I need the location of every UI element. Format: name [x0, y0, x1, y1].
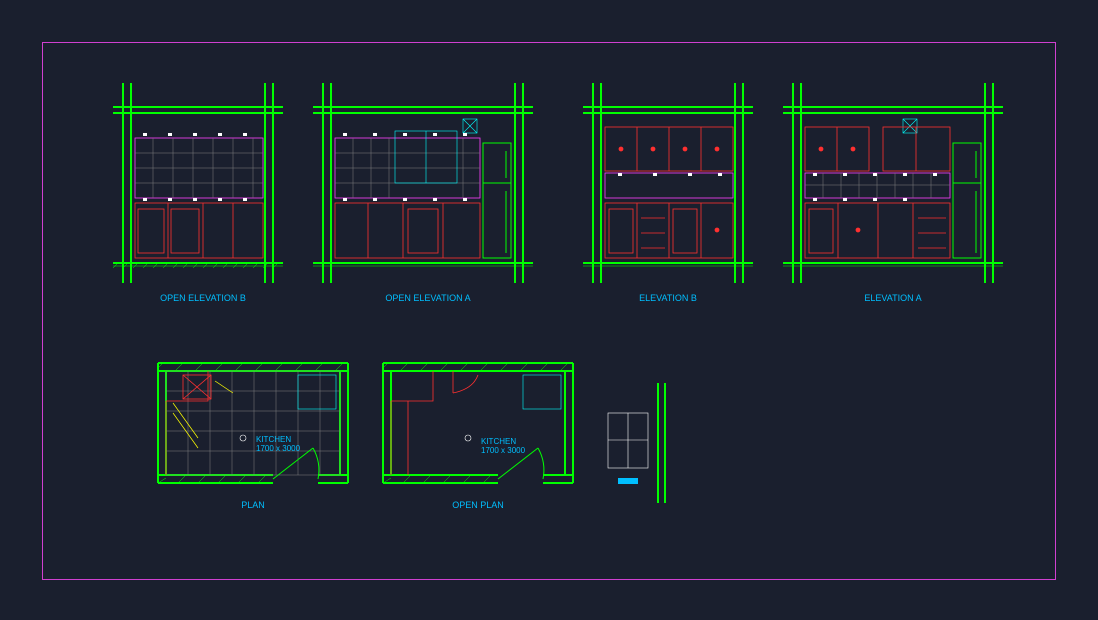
room-label-plan: KITCHEN 1700 x 3000	[256, 436, 300, 454]
drawing-plan	[153, 353, 353, 503]
room-name: KITCHEN	[481, 437, 516, 446]
room-name: KITCHEN	[256, 435, 291, 444]
drawing-open-elevation-a	[313, 83, 533, 283]
drawing-open-plan	[378, 353, 578, 503]
label-elevation-a: ELEVATION A	[848, 293, 938, 303]
drawing-elevation-b	[583, 83, 753, 283]
room-label-open-plan: KITCHEN 1700 x 3000	[481, 438, 525, 456]
room-dims: 1700 x 3000	[256, 444, 300, 453]
label-open-plan: OPEN PLAN	[438, 500, 518, 510]
drawing-detail	[603, 383, 678, 503]
drawing-elevation-a	[783, 83, 1003, 283]
label-elevation-b: ELEVATION B	[628, 293, 708, 303]
label-open-elevation-b: OPEN ELEVATION B	[153, 293, 253, 303]
room-dims: 1700 x 3000	[481, 446, 525, 455]
label-plan: PLAN	[223, 500, 283, 510]
label-open-elevation-a: OPEN ELEVATION A	[368, 293, 488, 303]
drawing-open-elevation-b	[113, 83, 283, 283]
drawing-frame: OPEN ELEVATION B	[42, 42, 1056, 580]
